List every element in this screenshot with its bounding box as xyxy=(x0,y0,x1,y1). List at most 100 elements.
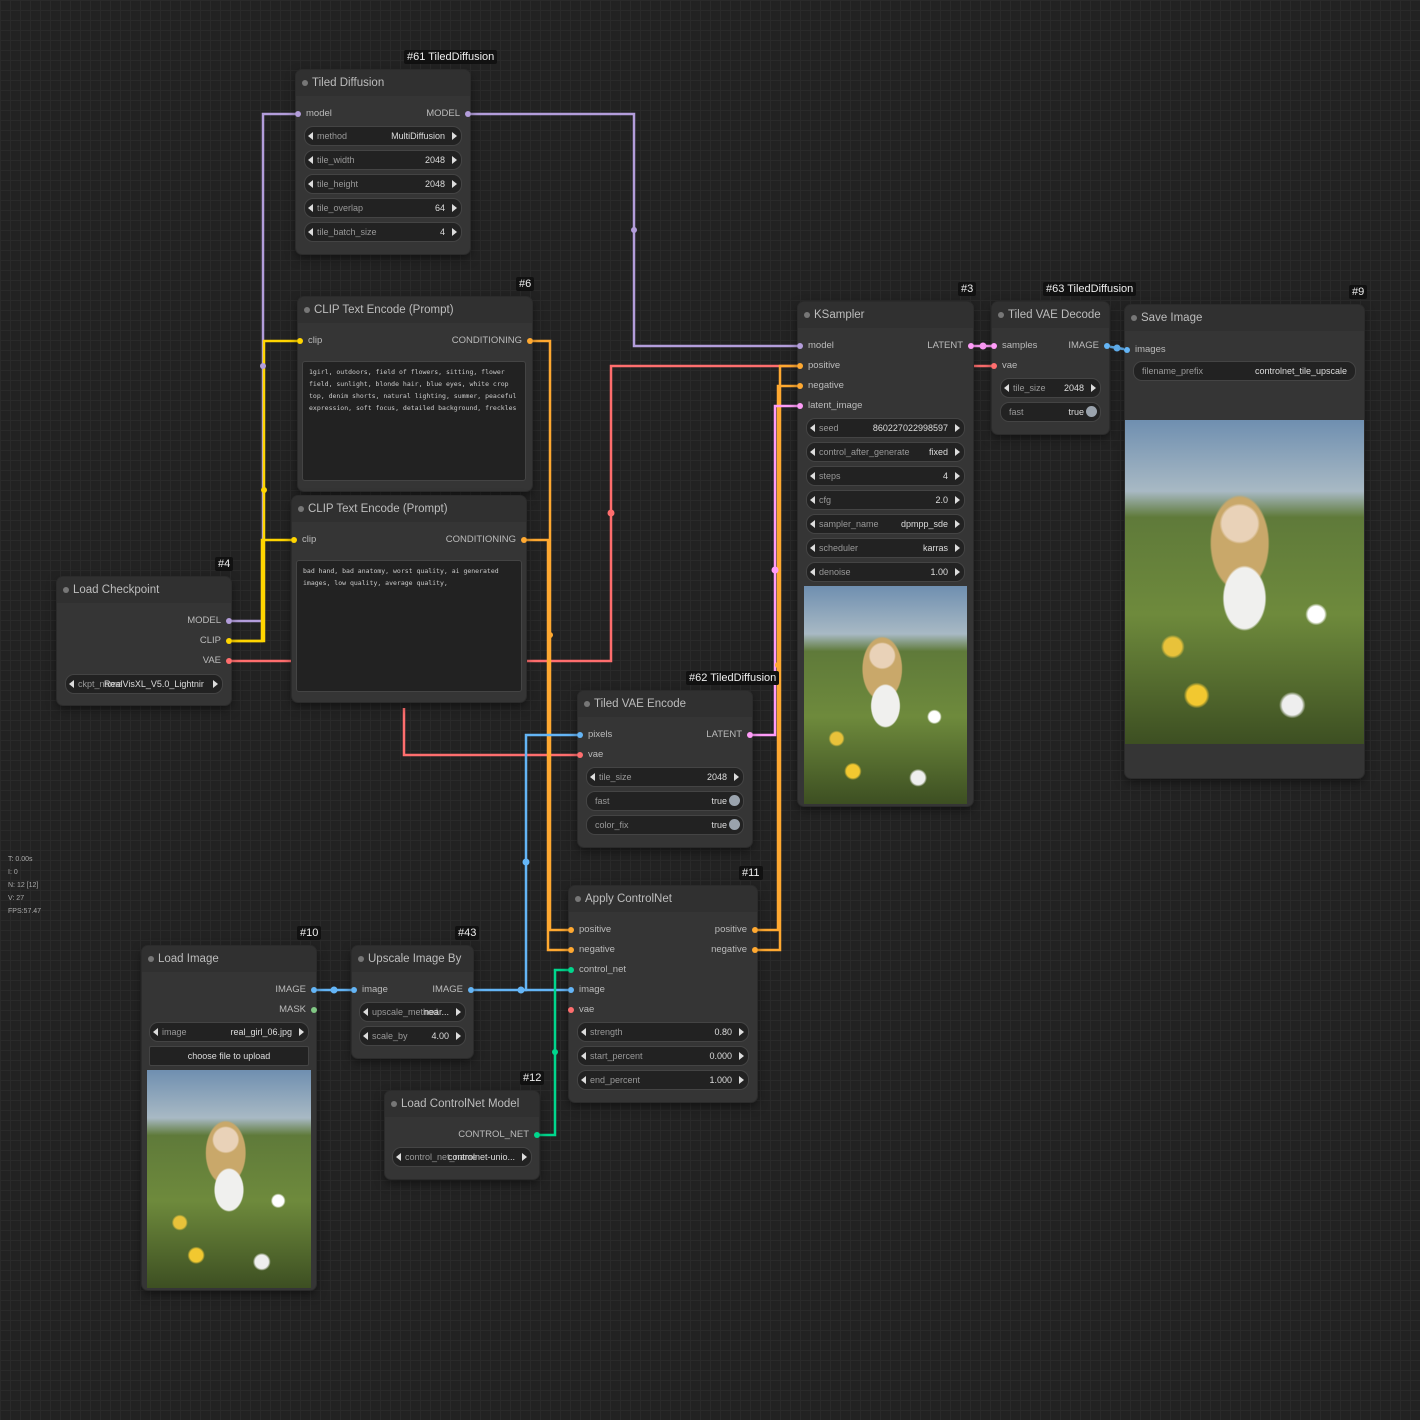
node-title[interactable]: Upscale Image By xyxy=(352,946,473,972)
collapse-dot-icon[interactable] xyxy=(148,956,154,962)
widget-tile-size[interactable]: tile_size 2048 xyxy=(586,767,744,787)
input-model[interactable]: model xyxy=(797,338,834,354)
arrow-right-icon[interactable] xyxy=(456,1032,461,1040)
widget-steps[interactable]: steps 4 xyxy=(806,466,965,486)
toggle-fast[interactable]: fast true xyxy=(1000,402,1101,422)
node-load-checkpoint[interactable]: Load Checkpoint MODEL CLIP VAE ckpt_name… xyxy=(57,577,232,705)
arrow-right-icon[interactable] xyxy=(452,204,457,212)
socket-icon[interactable] xyxy=(991,363,997,369)
node-title[interactable]: Tiled Diffusion xyxy=(296,70,470,96)
collapse-dot-icon[interactable] xyxy=(804,312,810,318)
node-title[interactable]: Apply ControlNet xyxy=(569,886,757,912)
socket-icon[interactable] xyxy=(568,1007,574,1013)
widget-tile-size[interactable]: tile_size 2048 xyxy=(1000,378,1101,398)
socket-icon[interactable] xyxy=(568,987,574,993)
socket-icon[interactable] xyxy=(468,987,474,993)
collapse-dot-icon[interactable] xyxy=(1131,315,1137,321)
widget-seed[interactable]: seed 860227022998597 xyxy=(806,418,965,438)
arrow-left-icon[interactable] xyxy=(810,520,815,528)
socket-icon[interactable] xyxy=(226,638,232,644)
socket-icon[interactable] xyxy=(752,927,758,933)
toggle-color-fix[interactable]: color_fix true xyxy=(586,815,744,835)
input-control-net[interactable]: control_net xyxy=(568,962,626,978)
arrow-right-icon[interactable] xyxy=(955,544,960,552)
input-images[interactable]: images xyxy=(1124,342,1166,358)
arrow-right-icon[interactable] xyxy=(452,180,457,188)
collapse-dot-icon[interactable] xyxy=(584,701,590,707)
output-image[interactable]: IMAGE xyxy=(275,982,317,998)
socket-icon[interactable] xyxy=(311,1007,317,1013)
socket-icon[interactable] xyxy=(797,343,803,349)
arrow-left-icon[interactable] xyxy=(308,156,313,164)
collapse-dot-icon[interactable] xyxy=(391,1101,397,1107)
socket-icon[interactable] xyxy=(577,752,583,758)
node-title[interactable]: KSampler xyxy=(798,302,973,328)
output-vae[interactable]: VAE xyxy=(203,653,232,669)
collapse-dot-icon[interactable] xyxy=(298,506,304,512)
collapse-dot-icon[interactable] xyxy=(358,956,364,962)
arrow-left-icon[interactable] xyxy=(810,448,815,456)
socket-icon[interactable] xyxy=(311,987,317,993)
arrow-left-icon[interactable] xyxy=(590,773,595,781)
arrow-left-icon[interactable] xyxy=(308,228,313,236)
widget-control-net-name[interactable]: control_net_name controlnet-unio... xyxy=(392,1147,532,1167)
node-title[interactable]: CLIP Text Encode (Prompt) xyxy=(292,496,526,522)
arrow-left-icon[interactable] xyxy=(810,496,815,504)
socket-icon[interactable] xyxy=(226,618,232,624)
input-vae[interactable]: vae xyxy=(577,747,603,763)
node-clip-text-encode-positive[interactable]: CLIP Text Encode (Prompt) clip CONDITION… xyxy=(297,297,533,491)
arrow-right-icon[interactable] xyxy=(522,1153,527,1161)
arrow-right-icon[interactable] xyxy=(1091,384,1096,392)
node-title[interactable]: Tiled VAE Encode xyxy=(578,691,752,717)
node-ksampler[interactable]: KSampler model LATENT positive negative … xyxy=(797,302,974,806)
node-load-image[interactable]: Load Image IMAGE MASK image real_girl_06.… xyxy=(142,946,317,1290)
input-pixels[interactable]: pixels xyxy=(577,727,612,743)
node-title[interactable]: Tiled VAE Decode xyxy=(992,302,1109,328)
node-tiled-vae-decode[interactable]: Tiled VAE Decode samples IMAGE vae tile_… xyxy=(991,302,1110,434)
arrow-left-icon[interactable] xyxy=(363,1032,368,1040)
upload-button[interactable]: choose file to upload xyxy=(149,1046,309,1066)
widget-tile-batch-size[interactable]: tile_batch_size 4 xyxy=(304,222,462,242)
output-negative[interactable]: negative xyxy=(711,942,758,958)
output-model[interactable]: MODEL xyxy=(187,613,232,629)
arrow-left-icon[interactable] xyxy=(69,680,74,688)
arrow-left-icon[interactable] xyxy=(581,1028,586,1036)
arrow-right-icon[interactable] xyxy=(955,520,960,528)
node-clip-text-encode-negative[interactable]: CLIP Text Encode (Prompt) clip CONDITION… xyxy=(291,496,527,702)
socket-icon[interactable] xyxy=(351,987,357,993)
input-vae[interactable]: vae xyxy=(991,358,1017,374)
arrow-right-icon[interactable] xyxy=(955,496,960,504)
input-vae[interactable]: vae xyxy=(568,1002,594,1018)
socket-icon[interactable] xyxy=(568,927,574,933)
output-model[interactable]: MODEL xyxy=(426,106,471,122)
widget-tile-overlap[interactable]: tile_overlap 64 xyxy=(304,198,462,218)
input-model[interactable]: model xyxy=(295,106,332,122)
collapse-dot-icon[interactable] xyxy=(998,312,1004,318)
output-conditioning[interactable]: CONDITIONING xyxy=(446,532,527,548)
arrow-right-icon[interactable] xyxy=(955,424,960,432)
arrow-right-icon[interactable] xyxy=(955,472,960,480)
output-mask[interactable]: MASK xyxy=(279,1002,317,1018)
node-title[interactable]: Load ControlNet Model xyxy=(385,1091,539,1117)
prompt-textarea[interactable]: 1girl, outdoors, field of flowers, sitti… xyxy=(302,361,526,481)
socket-icon[interactable] xyxy=(752,947,758,953)
socket-icon[interactable] xyxy=(534,1132,540,1138)
output-latent[interactable]: LATENT xyxy=(706,727,753,743)
socket-icon[interactable] xyxy=(568,947,574,953)
widget-upscale-method[interactable]: upscale_method near... xyxy=(359,1002,466,1022)
node-save-image[interactable]: Save Image images filename_prefix control… xyxy=(1124,305,1364,778)
socket-icon[interactable] xyxy=(1104,343,1110,349)
arrow-right-icon[interactable] xyxy=(213,680,218,688)
arrow-left-icon[interactable] xyxy=(396,1153,401,1161)
output-positive[interactable]: positive xyxy=(715,922,758,938)
toggle-fast[interactable]: fast true xyxy=(586,791,744,811)
widget-cfg[interactable]: cfg 2.0 xyxy=(806,490,965,510)
node-title[interactable]: Load Image xyxy=(142,946,316,972)
arrow-right-icon[interactable] xyxy=(734,773,739,781)
input-image[interactable]: image xyxy=(351,982,388,998)
arrow-left-icon[interactable] xyxy=(581,1052,586,1060)
widget-ckpt-name[interactable]: ckpt_nameRealVisXL_V5.0_Lightning_f... xyxy=(65,674,223,694)
widget-end-percent[interactable]: end_percent 1.000 xyxy=(577,1070,749,1090)
node-tiled-vae-encode[interactable]: Tiled VAE Encode pixels LATENT vae tile_… xyxy=(577,691,753,847)
socket-icon[interactable] xyxy=(465,111,471,117)
